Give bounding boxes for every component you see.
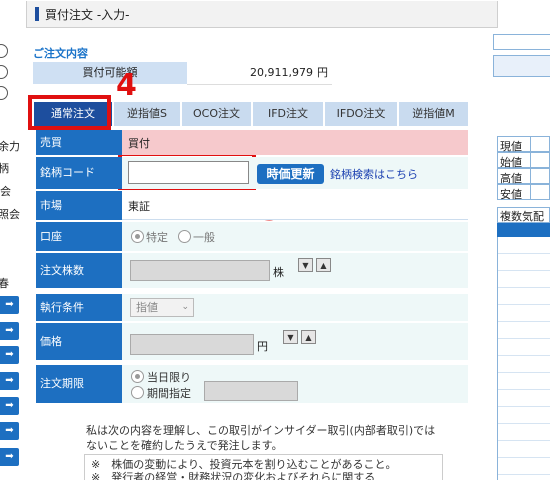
quote-subheader (497, 223, 550, 237)
sidebar-fragment: 照会 (0, 208, 20, 221)
annotation-box-tab (28, 95, 111, 130)
disclaimer-line-2: ないことを確約したうえで発注します。 (86, 439, 283, 452)
price-input[interactable] (130, 334, 254, 355)
account-ippan-radio[interactable] (178, 230, 191, 243)
sidebar-radio[interactable] (0, 86, 8, 100)
price-label: 価格 (36, 323, 122, 360)
sidebar-radio[interactable] (0, 65, 8, 79)
tab-ifd[interactable]: IFD注文 (253, 102, 325, 126)
account-label: 口座 (36, 222, 122, 251)
sidebar-fragment: 会 (0, 185, 11, 198)
price-unit: 円 (257, 340, 268, 353)
buying-power-value-cell: 20,911,979 円 (187, 62, 332, 85)
quantity-up-button[interactable]: ▲ (316, 258, 331, 272)
disclaimer-line-1: 私は次の内容を理解し、この取引がインサイダー取引(内部者取引)では (86, 424, 436, 437)
price-up-button[interactable]: ▲ (301, 330, 316, 344)
account-tokutei-label: 特定 (146, 231, 168, 244)
exec-condition-label: 執行条件 (36, 294, 122, 321)
quantity-label: 注文株数 (36, 253, 122, 288)
price-row-label: 安値 (500, 188, 522, 201)
arrow-right-icon[interactable]: ➡ (0, 422, 19, 440)
order-section-title: ご注文内容 (33, 47, 88, 60)
quantity-unit: 株 (273, 266, 284, 279)
price-down-button[interactable]: ▼ (283, 330, 298, 344)
chevron-down-icon: ⌄ (181, 302, 189, 312)
page-title: 買付注文 -入力- (45, 8, 130, 22)
arrow-right-icon[interactable]: ➡ (0, 448, 19, 466)
term-period-label: 期間指定 (147, 387, 191, 400)
term-period-radio[interactable] (131, 386, 144, 399)
tab-oco[interactable]: OCO注文 (182, 102, 253, 126)
disclaimer-note-2: ※ 発行者の経営・財務状況の変化およびそれらに関する (91, 471, 376, 480)
arrow-right-icon[interactable]: ➡ (0, 322, 19, 340)
price-row: 現値 (497, 136, 550, 153)
tab-ifdo[interactable]: IFDO注文 (325, 102, 399, 126)
right-input-box[interactable] (493, 34, 550, 50)
term-today-radio[interactable] (131, 370, 144, 383)
price-row: 始値 (497, 152, 550, 169)
quote-header: 複数気配 (497, 207, 550, 223)
sidebar-fragment: 春 (0, 277, 9, 290)
refresh-price-button[interactable]: 時価更新 (257, 164, 324, 184)
tab-stop-s[interactable]: 逆指値S (114, 102, 182, 126)
side-value: 買付 (128, 137, 150, 150)
account-ippan-label: 一般 (193, 231, 215, 244)
buying-power-label: 買付可能額 (33, 62, 187, 84)
side-label: 売買 (36, 130, 122, 155)
quantity-input[interactable] (130, 260, 270, 281)
arrow-right-icon[interactable]: ➡ (0, 372, 19, 390)
stock-search-link[interactable]: 銘柄検索はこちら (330, 166, 418, 182)
price-row: 安値 (497, 184, 550, 201)
side-cell: 買付 (122, 130, 468, 155)
buying-power-value: 20,911,979 (250, 66, 313, 79)
arrow-right-icon[interactable]: ➡ (0, 296, 19, 314)
market-value: 東証 (128, 200, 150, 213)
stock-code-input[interactable] (128, 161, 249, 184)
quote-table (497, 237, 550, 480)
code-label: 銘柄コード (36, 157, 122, 189)
currency-unit: 円 (317, 66, 328, 79)
sidebar-radio[interactable] (0, 44, 8, 58)
disclaimer-text: 私は次の内容を理解し、この取引がインサイダー取引(内部者取引)では ないことを確… (86, 423, 466, 453)
disclaimer-note-1: ※ 株価の変動により、投資元本を割り込むことがあること。 (91, 458, 397, 471)
account-tokutei-radio[interactable] (131, 230, 144, 243)
sidebar-fragment: 柄 (0, 162, 9, 175)
exec-condition-value: 指値 (136, 301, 158, 314)
page-header: 買付注文 -入力- (26, 1, 498, 28)
tab-stop-m[interactable]: 逆指値M (399, 102, 470, 126)
disclaimer-notes: ※ 株価の変動により、投資元本を割り込むことがあること。 ※ 発行者の経営・財務… (84, 454, 443, 480)
market-label: 市場 (36, 191, 122, 220)
quantity-down-button[interactable]: ▼ (298, 258, 313, 272)
sidebar-fragment: 余力 (0, 140, 20, 153)
market-cell: 東証 (122, 191, 468, 220)
arrow-right-icon[interactable]: ➡ (0, 397, 19, 415)
term-label: 注文期限 (36, 365, 122, 403)
header-accent-bar (35, 7, 39, 21)
term-date-input[interactable] (204, 381, 298, 401)
arrow-right-icon[interactable]: ➡ (0, 346, 19, 364)
right-button[interactable] (493, 55, 550, 77)
price-row: 高値 (497, 168, 550, 185)
annotation-step-4: 4 (116, 68, 137, 103)
exec-condition-select[interactable]: 指値 ⌄ (130, 298, 194, 317)
term-today-label: 当日限り (147, 371, 191, 384)
left-sidebar: 余力 柄 会 照会 春 ➡ ➡ ➡ ➡ ➡ ➡ ➡ (0, 0, 22, 480)
account-cell (122, 222, 468, 251)
